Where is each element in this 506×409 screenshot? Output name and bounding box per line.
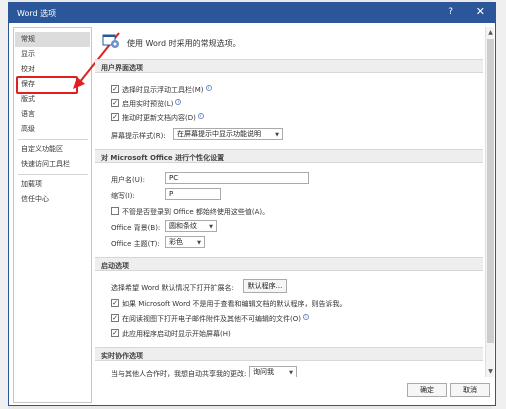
sidebar-item-quick-access-toolbar[interactable]: 快速访问工具栏 <box>15 157 90 172</box>
sidebar-divider <box>18 139 88 140</box>
option-show-start-screen[interactable]: ✓ 此应用程序启动时显示开始屏幕(H) <box>111 329 231 339</box>
scroll-down-icon[interactable]: ▼ <box>487 367 494 376</box>
office-background-select[interactable]: 圆和条纹 ▼ <box>165 220 217 232</box>
section-title: 对 Microsoft Office 进行个性化设置 <box>101 154 225 162</box>
option-label: 拖动时更新文档内容(D) <box>122 114 196 122</box>
select-value: 圆和条纹 <box>169 222 197 230</box>
checkbox-checked[interactable]: ✓ <box>111 329 119 337</box>
option-live-preview[interactable]: ✓ 启用实时预览(L) i <box>111 99 182 109</box>
option-label: 此应用程序启动时显示开始屏幕(H) <box>122 330 231 338</box>
scroll-up-icon[interactable]: ▲ <box>487 28 494 37</box>
sidebar-item-customize-ribbon[interactable]: 自定义功能区 <box>15 142 90 157</box>
checkbox-checked[interactable]: ✓ <box>111 99 119 107</box>
screentip-style-select[interactable]: 在屏幕提示中显示功能说明 ▼ <box>173 128 283 140</box>
save-highlight-box <box>16 76 78 94</box>
initials-field[interactable]: P <box>165 188 221 200</box>
section-startup: 启动选项 <box>95 257 483 271</box>
realtime-share-label: 当与其他人合作时，我想自动共享我的更改: <box>111 370 247 377</box>
section-title: 启动选项 <box>101 262 129 270</box>
chevron-down-icon: ▼ <box>197 240 201 246</box>
username-field[interactable]: PC <box>165 172 309 184</box>
cancel-button[interactable]: 取消 <box>450 383 490 397</box>
checkbox-unchecked[interactable] <box>111 207 119 215</box>
general-options-icon <box>102 34 119 48</box>
ok-button[interactable]: 确定 <box>407 383 447 397</box>
window-title: Word 选项 <box>17 9 57 18</box>
default-programs-label: 选择希望 Word 默认情况下打开扩展名: <box>111 284 234 292</box>
checkbox-checked[interactable]: ✓ <box>111 314 119 322</box>
office-theme-label: Office 主题(T): <box>111 240 160 248</box>
realtime-share-select[interactable]: 询问我 ▼ <box>249 366 297 377</box>
section-title: 实时协作选项 <box>101 352 143 360</box>
select-value: 询问我 <box>253 368 274 376</box>
sidebar-item-advanced[interactable]: 高级 <box>15 122 90 137</box>
info-icon: i <box>175 99 182 105</box>
sidebar-divider <box>18 174 88 175</box>
option-label: 选择时显示浮动工具栏(M) <box>122 86 204 94</box>
office-theme-select[interactable]: 彩色 ▼ <box>165 236 205 248</box>
select-value: 在屏幕提示中显示功能说明 <box>177 130 261 138</box>
sidebar-item-trust-center[interactable]: 信任中心 <box>15 192 90 207</box>
username-label: 用户名(U): <box>111 176 145 184</box>
chevron-down-icon: ▼ <box>209 224 213 230</box>
sidebar-item-layout[interactable]: 版式 <box>15 92 90 107</box>
dialog-footer: 确定 取消 <box>9 377 495 405</box>
initials-label: 缩写(I): <box>111 192 135 200</box>
chevron-down-icon: ▼ <box>275 132 279 138</box>
option-label: 如果 Microsoft Word 不是用于查看和编辑文档的默认程序，则告诉我。 <box>122 300 347 308</box>
option-mini-toolbar[interactable]: ✓ 选择时显示浮动工具栏(M) i <box>111 85 212 95</box>
help-button[interactable]: ? <box>448 7 453 17</box>
sidebar-item-addins[interactable]: 加载项 <box>15 177 90 192</box>
checkbox-checked[interactable]: ✓ <box>111 113 119 121</box>
checkbox-checked[interactable]: ✓ <box>111 299 119 307</box>
section-realtime-collaboration: 实时协作选项 <box>95 347 483 361</box>
close-button[interactable]: ✕ <box>476 5 485 18</box>
page-heading: 使用 Word 时采用的常规选项。 <box>127 39 241 48</box>
info-icon: i <box>205 85 212 91</box>
chevron-down-icon: ▼ <box>289 370 293 376</box>
section-personalize: 对 Microsoft Office 进行个性化设置 <box>95 149 483 163</box>
option-label: 不管是否登录到 Office 都始终使用这些值(A)。 <box>122 208 270 216</box>
section-user-interface: 用户界面选项 <box>95 59 483 73</box>
info-icon: i <box>197 113 204 119</box>
default-programs-button[interactable]: 默认程序... <box>243 279 287 293</box>
scrollbar-thumb[interactable] <box>487 39 494 343</box>
word-options-dialog: Word 选项 ? ✕ 常规 显示 校对 保存 版式 语言 高级 自定义功能区 … <box>8 2 496 406</box>
option-label: 在阅读视图下打开电子邮件附件及其他不可编辑的文件(O) <box>122 315 301 323</box>
option-update-while-dragging[interactable]: ✓ 拖动时更新文档内容(D) i <box>111 113 204 123</box>
option-open-in-reading-view[interactable]: ✓ 在阅读视图下打开电子邮件附件及其他不可编辑的文件(O) i <box>111 314 309 324</box>
office-background-label: Office 背景(B): <box>111 224 161 232</box>
checkbox-checked[interactable]: ✓ <box>111 85 119 93</box>
option-label: 启用实时预览(L) <box>122 100 174 108</box>
option-default-program-notice[interactable]: ✓ 如果 Microsoft Word 不是用于查看和编辑文档的默认程序，则告诉我… <box>111 299 347 309</box>
option-always-use-values[interactable]: 不管是否登录到 Office 都始终使用这些值(A)。 <box>111 207 269 217</box>
sidebar-item-language[interactable]: 语言 <box>15 107 90 122</box>
title-bar: Word 选项 ? ✕ <box>9 3 495 23</box>
vertical-scrollbar[interactable]: ▲ ▼ <box>485 27 494 377</box>
background-left <box>0 0 8 409</box>
section-title: 用户界面选项 <box>101 64 143 72</box>
screentip-label: 屏幕提示样式(R): <box>111 132 166 140</box>
select-value: 彩色 <box>169 238 183 246</box>
options-content: 使用 Word 时采用的常规选项。 用户界面选项 ✓ 选择时显示浮动工具栏(M) i… <box>95 27 483 377</box>
info-icon: i <box>302 314 309 320</box>
